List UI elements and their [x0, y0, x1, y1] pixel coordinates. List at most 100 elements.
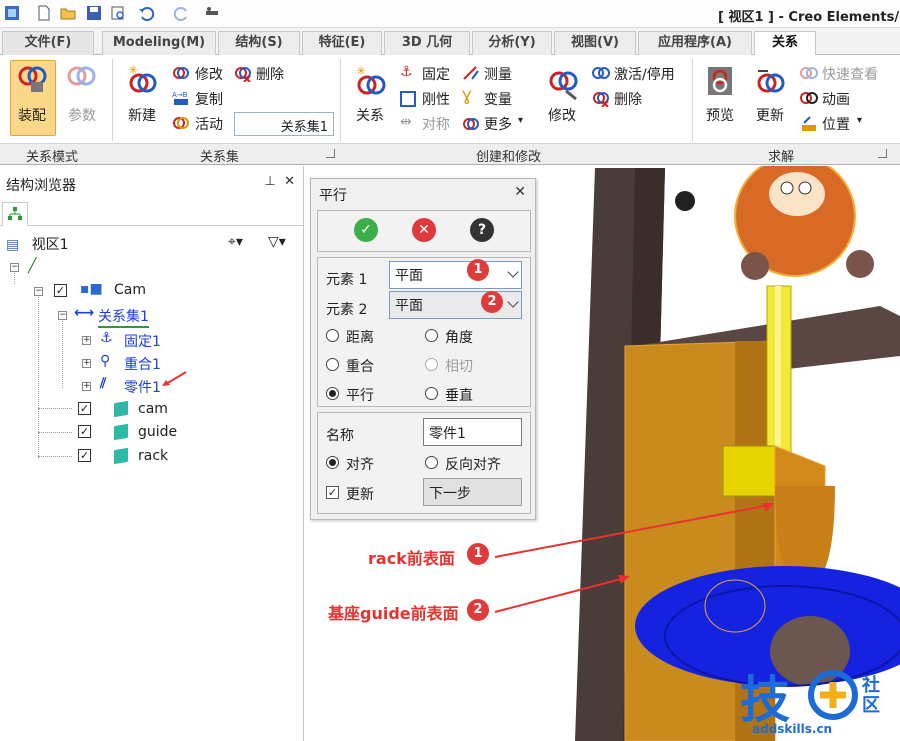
- open-folder-icon[interactable]: [60, 5, 76, 21]
- tab-file[interactable]: 文件(F): [2, 31, 94, 55]
- tree-node-fix[interactable]: 固定1: [124, 331, 161, 351]
- ribbon-group-labels: 关系模式 关系集 创建和修改 求解: [0, 143, 900, 165]
- radio-reverse-align[interactable]: [425, 456, 438, 469]
- undo-icon[interactable]: [138, 5, 154, 21]
- element1-select[interactable]: 平面: [389, 261, 522, 289]
- new-file-icon[interactable]: [36, 5, 52, 21]
- position-dropdown-icon[interactable]: ▾: [857, 115, 862, 126]
- dialog-close-icon[interactable]: ✕: [514, 184, 526, 200]
- radio-parallel[interactable]: [326, 387, 339, 400]
- root-node-icon[interactable]: ╱: [28, 258, 36, 274]
- new-set-button[interactable]: 新建: [128, 105, 156, 125]
- active-set-combo[interactable]: 关系集1: [234, 112, 334, 136]
- tree-node-part1[interactable]: 零件1: [124, 377, 161, 397]
- filter-icon[interactable]: ▽▾: [268, 234, 286, 250]
- part-expand-icon[interactable]: +: [82, 382, 91, 391]
- root-collapse-icon[interactable]: −: [10, 263, 19, 272]
- fix-button[interactable]: 固定: [422, 64, 450, 84]
- radio-distance[interactable]: [326, 329, 339, 342]
- close-icon[interactable]: ✕: [284, 174, 295, 189]
- tree-icon: [8, 207, 22, 220]
- delete-set-button[interactable]: 删除: [256, 64, 284, 84]
- binoculars-icon[interactable]: ⌖▾: [228, 234, 243, 250]
- tab-view[interactable]: 视图(V): [554, 31, 636, 55]
- cam-part-checkbox[interactable]: ✓: [78, 402, 91, 415]
- cancel-x-icon[interactable]: ✕: [412, 218, 436, 242]
- help-question-icon[interactable]: ?: [470, 218, 494, 242]
- more-button[interactable]: 更多: [484, 114, 512, 134]
- symmetric-button[interactable]: 对称: [422, 114, 450, 134]
- pin-icon[interactable]: ⊥: [265, 174, 276, 189]
- tree-node-cam[interactable]: Cam: [114, 282, 146, 298]
- more-dropdown-icon[interactable]: ▾: [518, 115, 523, 126]
- cam-collapse-icon[interactable]: −: [34, 287, 43, 296]
- radio-perpendicular[interactable]: [425, 387, 438, 400]
- set-collapse-icon[interactable]: −: [58, 311, 67, 320]
- app-icon[interactable]: [4, 5, 20, 21]
- tab-relations[interactable]: 关系: [754, 31, 816, 56]
- copy-set-button[interactable]: 复制: [195, 89, 223, 109]
- coincide-expand-icon[interactable]: +: [82, 359, 91, 368]
- browser-tab-tree[interactable]: [2, 202, 28, 226]
- option-tangent: 相切: [445, 359, 473, 375]
- update-button[interactable]: 更新: [756, 105, 784, 125]
- active-set-label: 活动: [195, 117, 223, 133]
- save-icon[interactable]: [86, 5, 102, 21]
- print-preview-icon[interactable]: [110, 5, 126, 21]
- dialog-name-panel: 名称 零件1 对齐 反向对齐 ✓ 更新 下一步: [317, 412, 531, 514]
- guide-part-checkbox[interactable]: ✓: [78, 425, 91, 438]
- tab-analysis[interactable]: 分析(Y): [472, 31, 552, 55]
- option-align: 对齐: [346, 457, 374, 473]
- radio-tangent[interactable]: [425, 358, 438, 371]
- rigid-button[interactable]: 刚性: [422, 89, 450, 109]
- settings-tool-icon[interactable]: [204, 5, 220, 21]
- quick-view-button[interactable]: 快速查看: [822, 64, 878, 84]
- solve-group-launcher-icon[interactable]: [878, 149, 887, 158]
- relation-button[interactable]: 关系: [356, 105, 384, 125]
- measure-button[interactable]: 测量: [484, 64, 512, 84]
- radio-align[interactable]: [326, 456, 339, 469]
- option-distance: 距离: [346, 330, 374, 346]
- view-name[interactable]: 视区1: [32, 237, 69, 253]
- tree-node-relation-set[interactable]: 关系集1: [98, 306, 149, 328]
- variable-button[interactable]: 变量: [484, 89, 512, 109]
- radio-angle[interactable]: [425, 329, 438, 342]
- tab-features[interactable]: 特征(E): [302, 31, 382, 55]
- name-label: 名称: [326, 428, 354, 444]
- rigid-icon: [400, 91, 416, 107]
- parameters-button[interactable]: 参数: [68, 105, 96, 125]
- active-set-icon: [173, 117, 189, 129]
- position-button[interactable]: 位置: [822, 114, 850, 134]
- fix-expand-icon[interactable]: +: [82, 336, 91, 345]
- redo-icon[interactable]: [174, 5, 190, 21]
- modify-set-button[interactable]: 修改: [195, 64, 223, 84]
- radio-coincide[interactable]: [326, 358, 339, 371]
- ok-check-icon[interactable]: ✓: [354, 218, 378, 242]
- animation-button[interactable]: 动画: [822, 89, 850, 109]
- red-arrow-icon: [162, 371, 187, 386]
- tab-applications[interactable]: 应用程序(A): [638, 31, 752, 55]
- tree-node-coincide[interactable]: 重合1: [124, 354, 161, 374]
- rack-part-checkbox[interactable]: ✓: [78, 449, 91, 462]
- delete-relation-button[interactable]: 删除: [614, 89, 642, 109]
- name-input[interactable]: 零件1: [423, 418, 522, 446]
- element1-value: 平面: [395, 268, 423, 284]
- cam-checkbox[interactable]: ✓: [54, 284, 67, 297]
- modify-relation-button[interactable]: 修改: [548, 105, 576, 125]
- tab-3d-geometry[interactable]: 3D 几何: [384, 31, 470, 55]
- set-group-launcher-icon[interactable]: [326, 149, 335, 158]
- tree-node-part-rack[interactable]: rack: [138, 448, 168, 464]
- part-cube-icon: [114, 400, 128, 418]
- option-perpendicular: 垂直: [445, 388, 473, 404]
- tree-node-part-cam[interactable]: cam: [138, 401, 168, 417]
- parallel-icon: ⫽: [100, 376, 107, 392]
- annotation-rack-face: rack前表面: [368, 549, 455, 568]
- animation-icon: [800, 92, 818, 104]
- tab-structure[interactable]: 结构(S): [218, 31, 300, 55]
- tree-node-part-guide[interactable]: guide: [138, 424, 177, 440]
- tab-modeling[interactable]: Modeling(M): [102, 31, 216, 55]
- activate-deactivate-button[interactable]: 激活/停用: [614, 64, 675, 84]
- update-checkbox[interactable]: ✓: [326, 486, 339, 499]
- new-set-icon: ✳: [128, 65, 157, 93]
- preview-button[interactable]: 预览: [706, 105, 734, 125]
